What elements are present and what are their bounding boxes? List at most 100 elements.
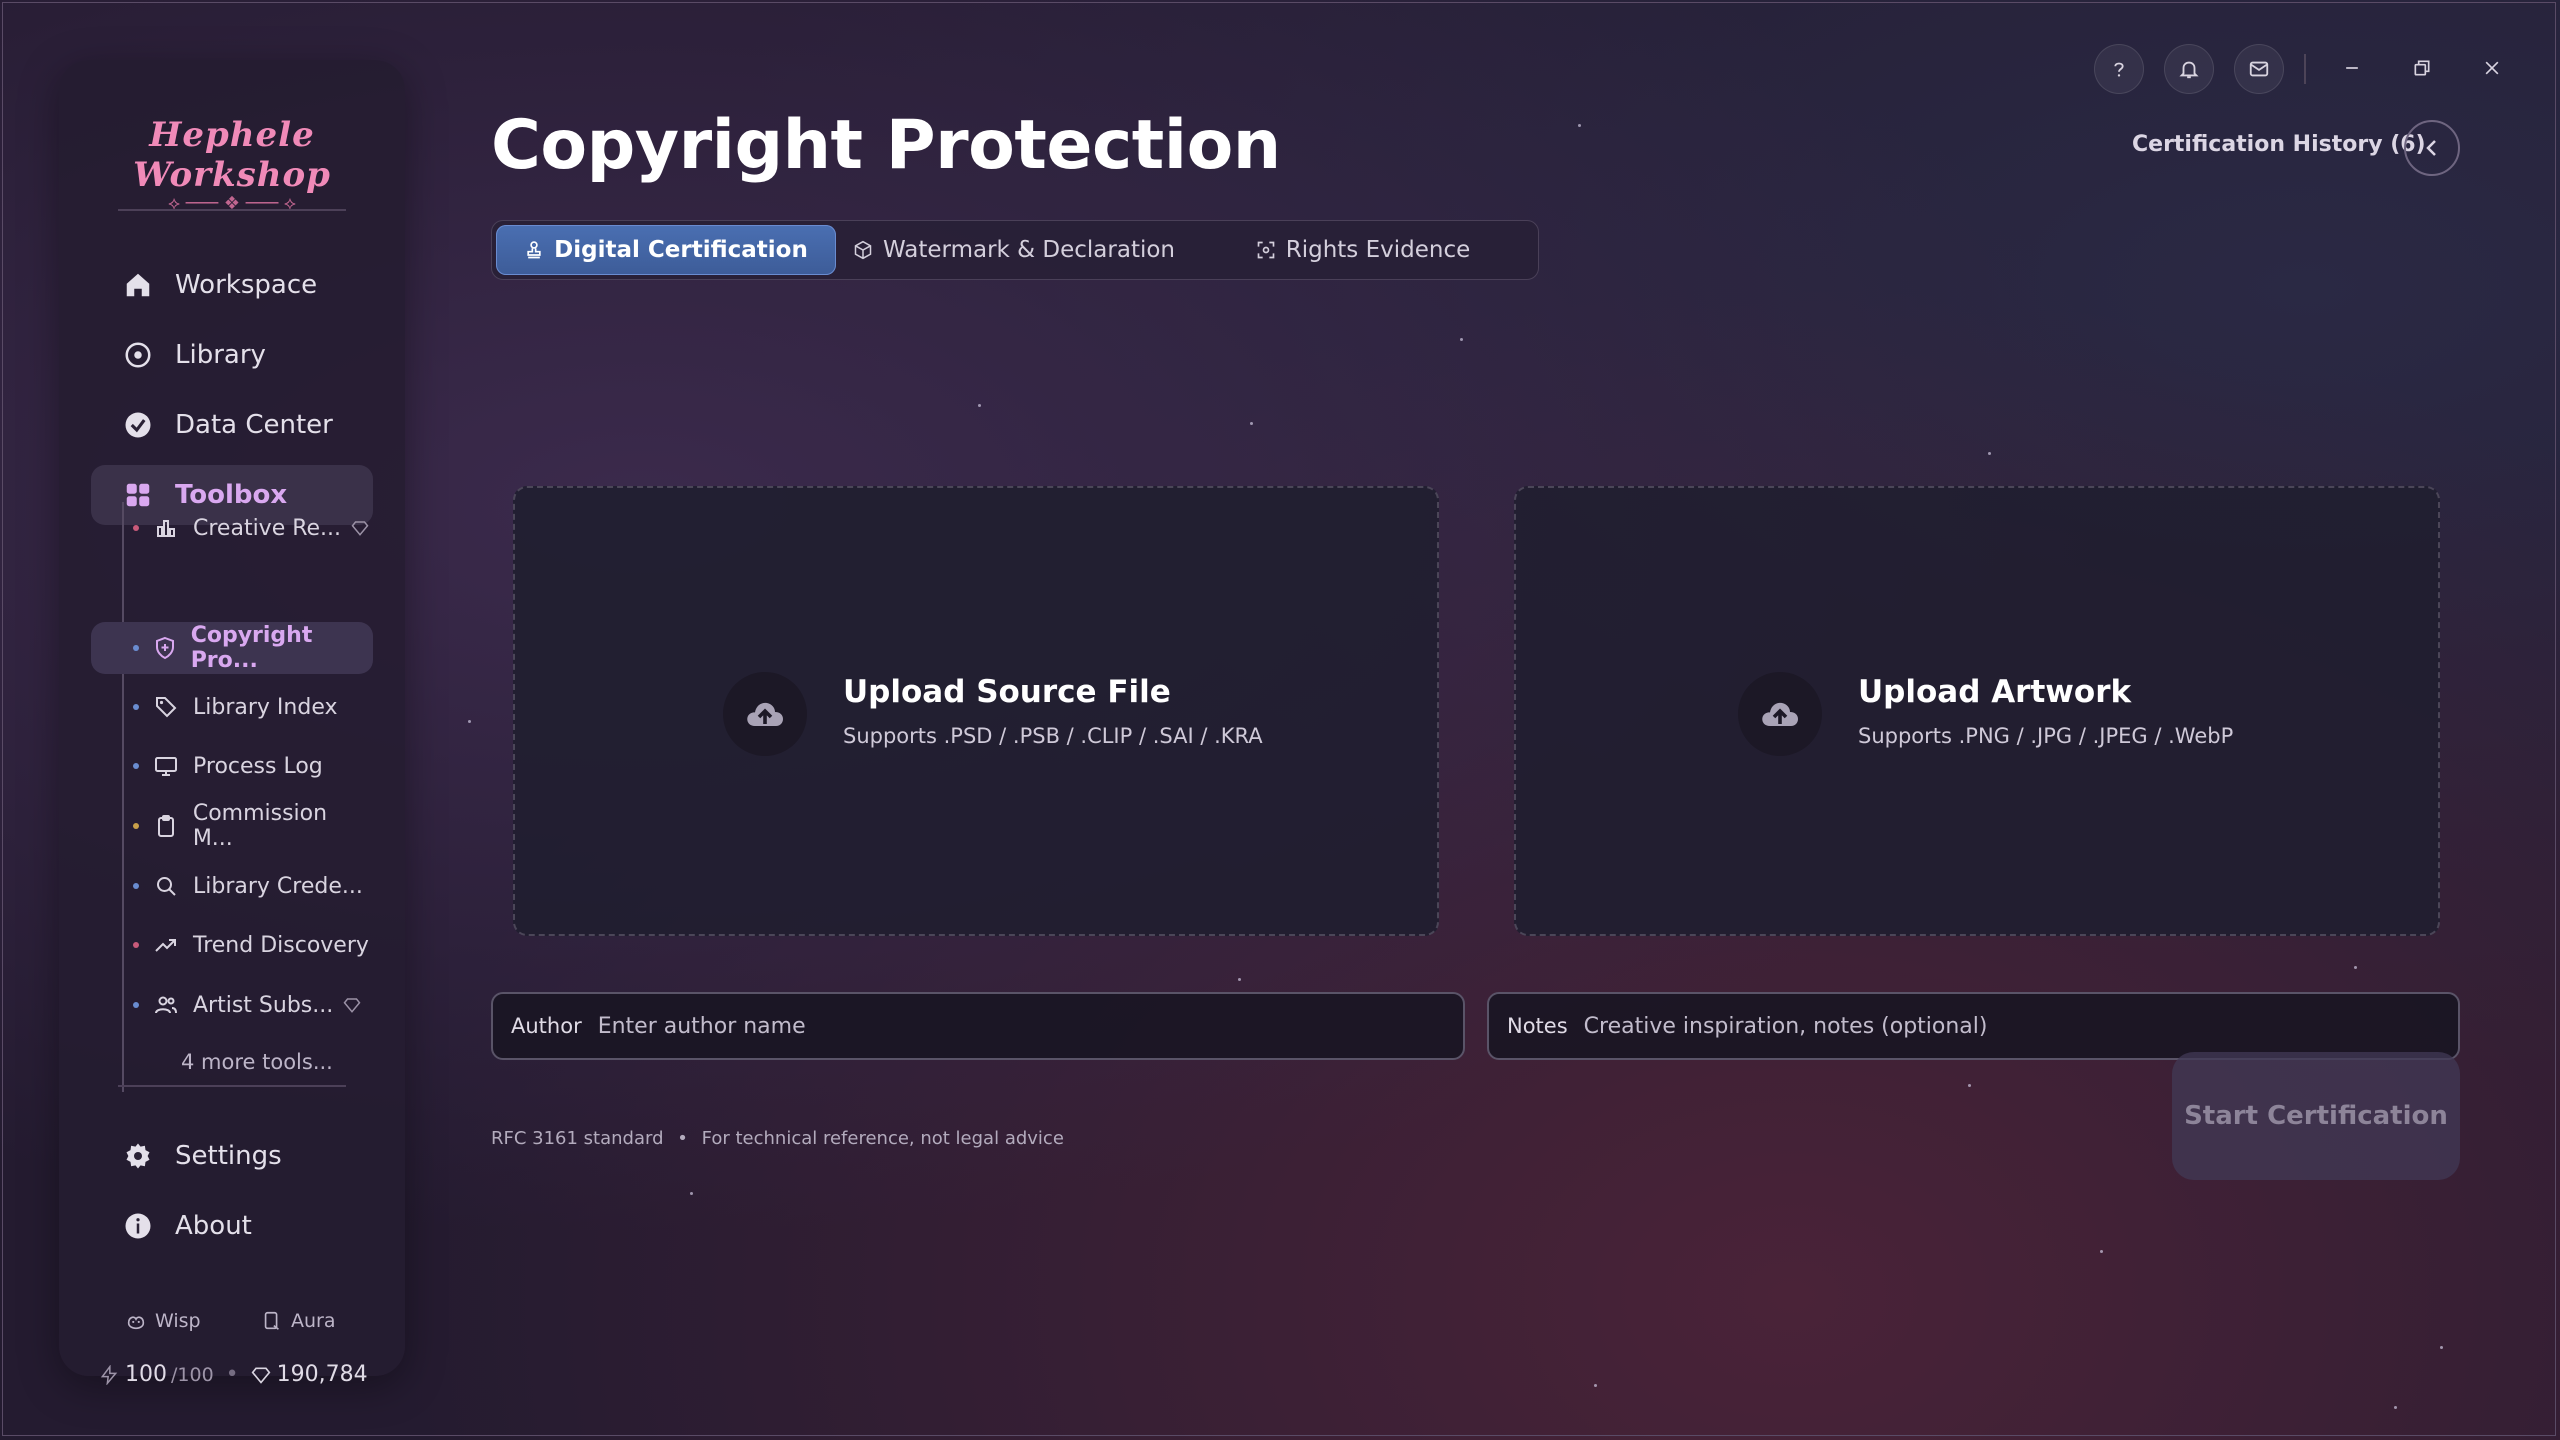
restore-button[interactable]	[2402, 48, 2442, 88]
background-star	[2100, 1250, 2103, 1253]
logo-text: Hephele Workshop	[133, 115, 331, 195]
disclaimer-text: For technical reference, not legal advic…	[701, 1128, 1064, 1149]
tool-library-credentials[interactable]: Library Crede...	[91, 860, 373, 912]
tab-label: Rights Evidence	[1285, 237, 1471, 263]
background-star	[1988, 452, 1991, 455]
wisp-label: Wisp	[155, 1310, 201, 1332]
background-star	[1250, 422, 1253, 425]
tool-process-log[interactable]: Process Log	[91, 740, 373, 792]
question-icon	[2114, 62, 2124, 77]
energy-icon	[100, 1364, 118, 1385]
controls-separator	[2304, 54, 2306, 84]
close-icon	[2485, 61, 2499, 75]
nav-label: Settings	[175, 1141, 282, 1171]
nav-library[interactable]: Library	[91, 325, 373, 385]
cloud-upload-icon	[1762, 702, 1798, 726]
gem-balance: 190,784	[276, 1362, 368, 1387]
background-star	[1578, 124, 1581, 127]
close-button[interactable]	[2472, 48, 2512, 88]
status-dot	[133, 1002, 139, 1008]
nav-workspace[interactable]: Workspace	[91, 255, 373, 315]
messages-button[interactable]	[2234, 44, 2284, 94]
scan-icon	[1257, 241, 1275, 259]
app-logo[interactable]: Hephele Workshop ⟡ ─── ❖ ─── ⟡	[59, 115, 405, 214]
energy-value: 100	[125, 1362, 167, 1387]
sidebar: Hephele Workshop ⟡ ─── ❖ ─── ⟡ Workspace…	[59, 60, 405, 1387]
info-icon	[121, 1209, 155, 1243]
history-toggle-button[interactable]	[2404, 120, 2460, 176]
chevron-left-icon	[2426, 140, 2436, 156]
aura-label: Aura	[291, 1310, 336, 1332]
help-button[interactable]	[2094, 44, 2144, 94]
page-title: Copyright Protection	[491, 106, 1281, 185]
upload-title: Upload Artwork	[1858, 674, 2132, 710]
minimize-icon	[2346, 67, 2358, 69]
tool-label: Process Log	[193, 753, 323, 779]
tool-label: Artist Subs...	[193, 992, 334, 1018]
tab-watermark-declaration[interactable]: Watermark & Declaration	[840, 225, 1188, 275]
tool-copyright-protection[interactable]: Copyright Pro...	[91, 622, 373, 674]
background-star	[1460, 338, 1463, 341]
monitor-icon	[153, 753, 179, 779]
notes-input[interactable]	[1581, 993, 2458, 1059]
background-star	[468, 720, 471, 723]
aura-button[interactable]: Aura	[261, 1310, 336, 1332]
upload-cloud-button[interactable]	[1738, 672, 1822, 756]
tool-label: Library Index	[193, 694, 338, 720]
tool-creative-report[interactable]: Creative Re...	[91, 502, 373, 554]
tool-label: Commission M...	[192, 801, 328, 851]
stamp-icon	[527, 241, 541, 259]
upload-artwork-dropzone[interactable]: Upload Artwork Supports .PNG / .JPG / .J…	[1514, 486, 2440, 936]
upload-cloud-button[interactable]	[723, 672, 807, 756]
background-star	[1238, 978, 1241, 981]
author-input[interactable]	[595, 993, 1463, 1059]
tool-trend-discovery[interactable]: Trend Discovery	[91, 919, 373, 971]
upload-source-file-dropzone[interactable]: Upload Source File Supports .PSD / .PSB …	[513, 486, 1439, 936]
shield-icon	[153, 635, 177, 661]
background-star	[2440, 1346, 2443, 1349]
trending-icon	[153, 932, 179, 958]
tab-rights-evidence[interactable]: Rights Evidence	[1192, 225, 1534, 275]
nav-label: Workspace	[175, 270, 318, 300]
cloud-upload-icon	[747, 702, 783, 726]
nav-about[interactable]: About	[91, 1196, 373, 1256]
status-dot	[133, 704, 139, 710]
chart-check-icon	[121, 408, 155, 442]
clipboard-icon	[153, 813, 179, 839]
search-icon	[153, 873, 179, 899]
tool-commission-manager[interactable]: Commission M...	[91, 800, 373, 852]
certification-footnote: RFC 3161 standard • For technical refere…	[491, 1128, 1064, 1149]
tab-bar: Digital Certification Watermark & Declar…	[491, 220, 1539, 280]
users-icon	[153, 992, 179, 1018]
notifications-button[interactable]	[2164, 44, 2214, 94]
balance-bar: 100 /100 • 190,784	[99, 1362, 368, 1387]
wisp-button[interactable]: Wisp	[125, 1310, 201, 1332]
tool-library-index[interactable]: Library Index	[91, 681, 373, 733]
tool-label: Copyright Pro...	[190, 623, 313, 673]
sidebar-divider	[118, 209, 346, 211]
gem-icon	[251, 1367, 271, 1384]
tab-digital-certification[interactable]: Digital Certification	[496, 225, 836, 275]
more-tools-link[interactable]: 4 more tools...	[181, 1050, 333, 1074]
certification-history-link[interactable]: Certification History (6)	[2132, 132, 2426, 157]
cube-icon	[854, 240, 872, 260]
tool-label: Creative Re...	[193, 515, 342, 541]
tool-artist-subscriptions[interactable]: Artist Subs...	[91, 979, 373, 1031]
mail-icon	[2249, 61, 2269, 77]
premium-gem-icon	[351, 521, 369, 536]
nav-settings[interactable]: Settings	[91, 1126, 373, 1186]
start-certification-button[interactable]: Start Certification	[2172, 1052, 2460, 1180]
compass-icon	[121, 338, 155, 372]
background-star	[1594, 1384, 1597, 1387]
upload-formats: Supports .PNG / .JPG / .JPEG / .WebP	[1858, 724, 2234, 748]
minimize-button[interactable]	[2332, 48, 2372, 88]
nav-label: Data Center	[175, 410, 333, 440]
nav-data-center[interactable]: Data Center	[91, 395, 373, 455]
standard-text: RFC 3161 standard	[491, 1128, 664, 1149]
bar-chart-icon	[153, 515, 179, 541]
tab-label: Watermark & Declaration	[882, 237, 1175, 263]
status-dot	[133, 942, 139, 948]
stats-separator: •	[225, 1362, 239, 1387]
footnote-separator: •	[677, 1128, 688, 1149]
premium-gem-icon	[343, 998, 361, 1013]
